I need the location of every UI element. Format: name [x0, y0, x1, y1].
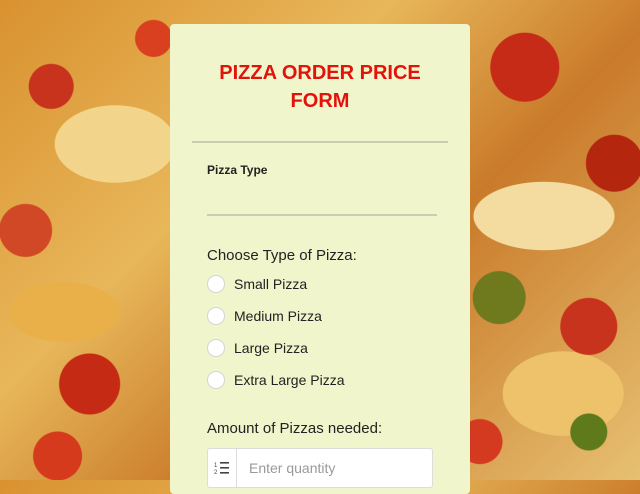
- svg-text:1: 1: [214, 463, 218, 469]
- radio-circle-icon[interactable]: [207, 371, 225, 389]
- choose-pizza-label: Choose Type of Pizza:: [207, 247, 357, 264]
- radio-large-pizza[interactable]: Large Pizza: [207, 337, 308, 359]
- quantity-field[interactable]: 1 2: [207, 448, 433, 488]
- radio-circle-icon[interactable]: [207, 339, 225, 357]
- title-divider: [192, 141, 448, 143]
- form-title: PIZZA ORDER PRICE FORM: [219, 62, 421, 112]
- radio-circle-icon[interactable]: [207, 275, 225, 293]
- radio-label: Large Pizza: [234, 340, 308, 356]
- order-form-card: PIZZA ORDER PRICE FORM Pizza Type Choose…: [170, 24, 470, 494]
- svg-text:2: 2: [214, 470, 218, 476]
- numbered-list-icon: 1 2: [208, 449, 237, 487]
- radio-small-pizza[interactable]: Small Pizza: [207, 273, 307, 295]
- pizza-type-input[interactable]: [207, 184, 437, 216]
- radio-label: Small Pizza: [234, 276, 308, 292]
- quantity-input[interactable]: [237, 448, 432, 488]
- radio-label: Medium Pizza: [234, 308, 322, 324]
- pizza-type-label: Pizza Type: [207, 163, 268, 177]
- radio-label: Extra Large Pizza: [234, 372, 345, 388]
- amount-label: Amount of Pizzas needed:: [207, 420, 383, 437]
- radio-circle-icon[interactable]: [207, 307, 225, 325]
- radio-extra-large-pizza[interactable]: Extra Large Pizza: [207, 369, 345, 391]
- radio-medium-pizza[interactable]: Medium Pizza: [207, 305, 322, 327]
